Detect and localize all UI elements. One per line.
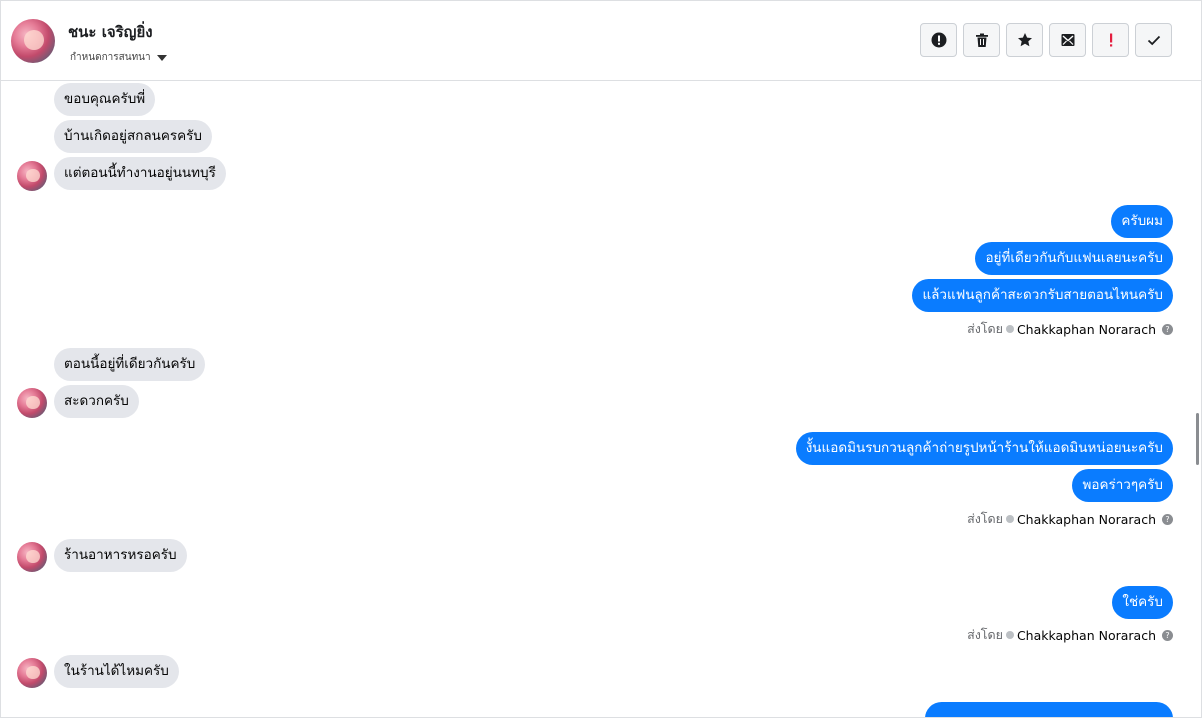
incoming-message[interactable]: สะดวกครับ bbox=[54, 385, 139, 418]
mark-unread-button[interactable] bbox=[1049, 23, 1086, 57]
sent-by-prefix: ส่งโดย bbox=[967, 321, 1003, 336]
contact-name[interactable]: ชนะ เจริญยิ่ง bbox=[68, 20, 153, 44]
sender-avatar[interactable] bbox=[17, 542, 47, 572]
star-icon bbox=[1017, 33, 1032, 47]
conversation-panel: ชนะ เจริญยิ่ง กำหนดการสนทนา ขอบคุณครับพี… bbox=[0, 0, 1202, 718]
sent-by-info: ส่งโดย Chakkaphan Norarach ? bbox=[967, 509, 1173, 529]
delete-button[interactable] bbox=[963, 23, 1000, 57]
incoming-message[interactable]: ขอบคุณครับพี่ bbox=[54, 83, 156, 116]
sender-icon bbox=[1005, 631, 1014, 639]
sent-by-info: ส่งโดย Chakkaphan Norarach ? bbox=[967, 319, 1173, 339]
sender-icon bbox=[1005, 515, 1014, 523]
incoming-message[interactable]: บ้านเกิดอยู่สกลนครครับ bbox=[54, 120, 212, 153]
action-toolbar bbox=[920, 23, 1172, 57]
sender-avatar[interactable] bbox=[17, 388, 47, 418]
mark-unread-icon bbox=[1061, 34, 1074, 46]
outgoing-message[interactable]: ครับผม bbox=[1111, 205, 1173, 238]
sender-avatar[interactable] bbox=[17, 658, 47, 688]
sender-name[interactable]: Chakkaphan Norarach bbox=[1017, 322, 1156, 337]
caret-down-icon bbox=[156, 54, 167, 61]
conversation-header: ชนะ เจริญยิ่ง กำหนดการสนทนา bbox=[1, 1, 1201, 81]
message-scrollbar[interactable] bbox=[1191, 81, 1201, 717]
help-icon[interactable]: ? bbox=[1162, 513, 1173, 525]
sent-by-prefix: ส่งโดย bbox=[967, 627, 1003, 642]
sender-name[interactable]: Chakkaphan Norarach bbox=[1017, 512, 1156, 527]
outgoing-message[interactable]: แล้วแฟนลูกค้าสะดวกรับสายตอนไหนครับ bbox=[912, 279, 1173, 312]
help-icon[interactable]: ? bbox=[1162, 629, 1173, 641]
outgoing-message[interactable]: งั้นแอดมินรบกวนลูกค้าถ่ายรูปหน้าร้านให้แ… bbox=[795, 432, 1173, 465]
outgoing-message[interactable]: อยู่ที่เดียวกันกับแฟนเลยนะครับ bbox=[975, 242, 1173, 275]
incoming-message[interactable]: ตอนนี้อยู่ที่เดียวกันครับ bbox=[54, 348, 206, 381]
incoming-message[interactable]: ร้านอาหารหรอครับ bbox=[54, 539, 187, 572]
star-button[interactable] bbox=[1006, 23, 1043, 57]
outgoing-message-partial[interactable] bbox=[925, 702, 1173, 717]
help-icon[interactable]: ? bbox=[1162, 323, 1173, 335]
important-icon bbox=[1109, 33, 1112, 47]
assign-conversation-dropdown[interactable]: กำหนดการสนทนา bbox=[70, 50, 167, 65]
check-icon bbox=[1147, 35, 1160, 46]
mark-done-button[interactable] bbox=[1135, 23, 1172, 57]
sender-name[interactable]: Chakkaphan Norarach bbox=[1017, 628, 1156, 643]
scroll-thumb[interactable] bbox=[1196, 413, 1199, 465]
outgoing-message[interactable]: ใช่ครับ bbox=[1112, 586, 1173, 619]
mark-important-button[interactable] bbox=[1092, 23, 1129, 57]
sender-icon bbox=[1005, 325, 1014, 333]
outgoing-message[interactable]: พอคร่าวๆครับ bbox=[1072, 469, 1173, 502]
sent-by-info: ส่งโดย Chakkaphan Norarach ? bbox=[967, 625, 1173, 645]
sender-avatar[interactable] bbox=[17, 161, 47, 191]
incoming-message[interactable]: ในร้านได้ไหมครับ bbox=[54, 655, 179, 688]
trash-icon bbox=[975, 33, 988, 47]
report-icon bbox=[931, 32, 946, 48]
sent-by-prefix: ส่งโดย bbox=[967, 511, 1003, 526]
report-button[interactable] bbox=[920, 23, 957, 57]
incoming-message[interactable]: แต่ตอนนี้ทำงานอยู่นนทบุรี bbox=[54, 157, 226, 190]
assign-label: กำหนดการสนทนา bbox=[70, 52, 151, 63]
contact-avatar[interactable] bbox=[11, 19, 55, 63]
